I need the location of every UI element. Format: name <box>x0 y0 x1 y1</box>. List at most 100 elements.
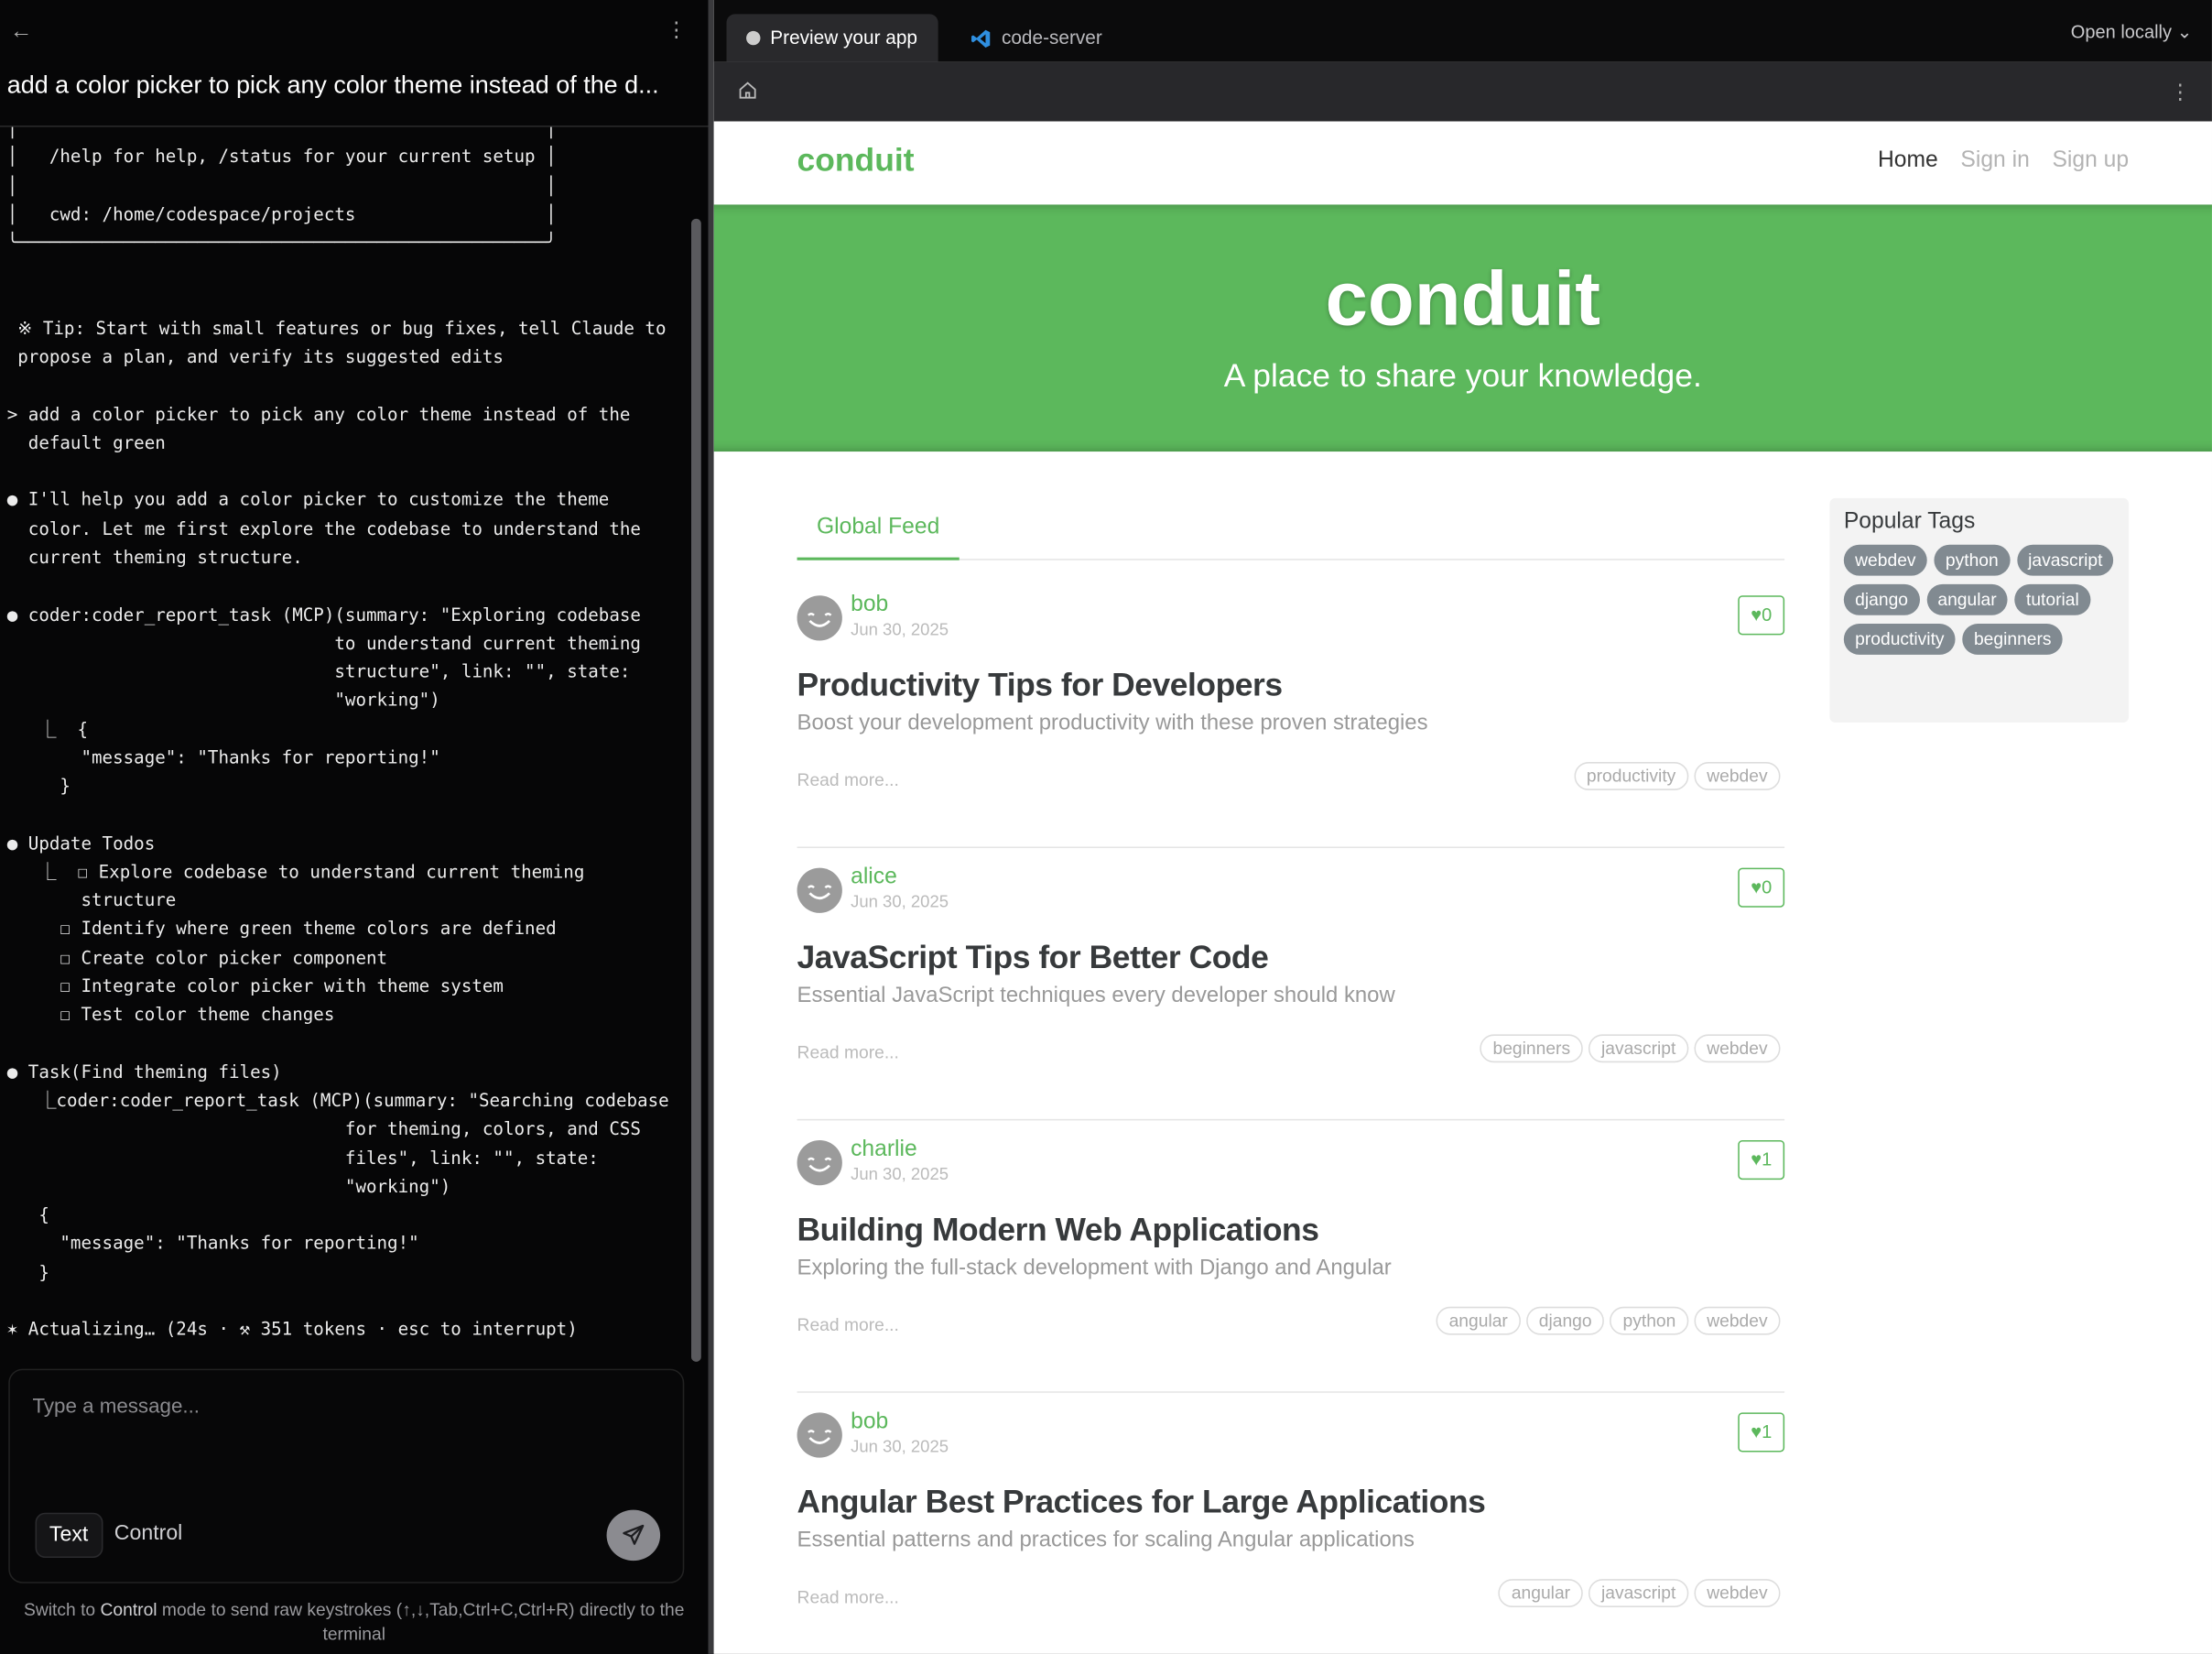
terminal-line <box>7 458 669 486</box>
preview-icon <box>746 31 760 45</box>
popular-tag[interactable]: beginners <box>1963 624 2063 655</box>
terminal-line <box>7 1029 669 1058</box>
tag-pill[interactable]: javascript <box>1589 1034 1688 1062</box>
tag-pill[interactable]: angular <box>1499 1579 1583 1607</box>
terminal-line: ☐ Create color picker component <box>7 943 669 972</box>
send-button[interactable] <box>607 1510 661 1561</box>
terminal-line: } <box>7 772 669 800</box>
popular-tag[interactable]: django <box>1844 584 1920 615</box>
brand-logo[interactable]: conduit <box>797 141 915 180</box>
terminal-line: ╰───────────────────────────────────────… <box>7 229 669 257</box>
terminal-line: } <box>7 1258 669 1287</box>
popular-tag[interactable]: productivity <box>1844 624 1956 655</box>
terminal-line: ✶ Actualizing… (24s · ⚒ 351 tokens · esc… <box>7 1315 669 1344</box>
tag-pill[interactable]: python <box>1610 1307 1689 1335</box>
open-locally-label: Open locally <box>2071 21 2172 42</box>
author-link[interactable]: charlie <box>851 1137 917 1163</box>
mode-control-button[interactable]: Control <box>102 1513 195 1558</box>
favorite-button[interactable]: ♥1 <box>1738 1412 1784 1452</box>
open-locally-dropdown[interactable]: Open locally ⌄ <box>2071 21 2193 44</box>
favorite-button[interactable]: ♥0 <box>1738 868 1784 908</box>
banner-title: conduit <box>714 256 2212 343</box>
read-more-link[interactable]: Read more... <box>797 1587 899 1607</box>
terminal-line: "working") <box>7 686 669 714</box>
article-title[interactable]: Building Modern Web Applications <box>797 1211 1319 1249</box>
more-options-icon[interactable]: ⋮ <box>666 20 679 41</box>
hint-text: Switch to <box>24 1600 100 1620</box>
popular-tag[interactable]: python <box>1935 545 2010 576</box>
tab-preview-your-app[interactable]: Preview your app <box>727 14 938 61</box>
terminal-line: ☐ Identify where green theme colors are … <box>7 915 669 943</box>
terminal-line: propose a plan, and verify its suggested… <box>7 343 669 372</box>
tab-global-feed[interactable]: Global Feed <box>797 498 960 560</box>
popular-tag[interactable]: angular <box>1926 584 2008 615</box>
heart-icon: ♥ <box>1751 1421 1762 1442</box>
home-icon[interactable] <box>738 81 758 101</box>
preview-more-icon[interactable]: ⋮ <box>2170 82 2184 103</box>
article-date: Jun 30, 2025 <box>851 1164 949 1184</box>
author-link[interactable]: bob <box>851 1409 888 1435</box>
mode-text-button[interactable]: Text <box>36 1513 103 1558</box>
read-more-link[interactable]: Read more... <box>797 770 899 790</box>
back-arrow-icon[interactable]: ← <box>10 20 33 46</box>
avatar[interactable] <box>797 1412 842 1457</box>
feed-tabs: Global Feed <box>797 498 1785 560</box>
article-tags: productivitywebdev <box>1574 762 1780 790</box>
author-link[interactable]: bob <box>851 593 888 618</box>
tag-pill[interactable]: webdev <box>1694 1307 1780 1335</box>
avatar[interactable] <box>797 1140 842 1185</box>
terminal-line: default green <box>7 429 669 457</box>
terminal-line: │ │ <box>7 171 669 200</box>
terminal-line: to understand current theming <box>7 629 669 658</box>
tag-pill[interactable]: javascript <box>1589 1579 1688 1607</box>
heart-icon: ♥ <box>1751 876 1762 898</box>
banner-subtitle: A place to share your knowledge. <box>714 357 2212 396</box>
terminal-line: files", link: "", state: <box>7 1144 669 1172</box>
tab-code-server[interactable]: code-server <box>970 14 1102 61</box>
article-title[interactable]: JavaScript Tips for Better Code <box>797 939 1269 977</box>
read-more-link[interactable]: Read more... <box>797 1043 899 1063</box>
tag-pill[interactable]: django <box>1526 1307 1605 1335</box>
tag-pill[interactable]: beginners <box>1480 1034 1583 1062</box>
tag-pill[interactable]: productivity <box>1574 762 1688 790</box>
terminal-line: color. Let me first explore the codebase… <box>7 515 669 543</box>
author-link[interactable]: alice <box>851 865 897 891</box>
avatar[interactable] <box>797 595 842 640</box>
terminal-text: │ ││ /help for help, /status for your cu… <box>7 127 669 1344</box>
navbar: conduit Home Sign in Sign up <box>714 122 2212 205</box>
agent-panel: ← ⋮ add a color picker to pick any color… <box>0 0 708 1654</box>
article-description: Essential JavaScript techniques every de… <box>797 984 1395 1009</box>
read-more-link[interactable]: Read more... <box>797 1315 899 1335</box>
article-description: Essential patterns and practices for sca… <box>797 1529 1415 1554</box>
favorite-button[interactable]: ♥0 <box>1738 595 1784 635</box>
message-input[interactable]: Type a message... <box>32 1396 200 1419</box>
nav-sign-up[interactable]: Sign up <box>2052 148 2129 174</box>
article-title[interactable]: Angular Best Practices for Large Applica… <box>797 1483 1486 1521</box>
terminal-scrollbar[interactable] <box>691 219 701 1362</box>
terminal-line: "message": "Thanks for reporting!" <box>7 1230 669 1258</box>
tag-pill[interactable]: webdev <box>1694 1579 1780 1607</box>
tag-pill[interactable]: angular <box>1437 1307 1521 1335</box>
mode-hint: Switch to Control mode to send raw keyst… <box>7 1599 701 1647</box>
article-title[interactable]: Productivity Tips for Developers <box>797 666 1283 704</box>
favorite-count: 0 <box>1762 604 1772 625</box>
tag-pill[interactable]: webdev <box>1694 1034 1780 1062</box>
terminal-output: │ ││ /help for help, /status for your cu… <box>0 127 689 1364</box>
nav-home[interactable]: Home <box>1878 148 1938 174</box>
terminal-line <box>7 800 669 829</box>
nav-sign-in[interactable]: Sign in <box>1960 148 2029 174</box>
favorite-count: 1 <box>1762 1421 1772 1442</box>
popular-tag[interactable]: webdev <box>1844 545 1927 576</box>
terminal-line: ⎿ ☐ Explore codebase to understand curre… <box>7 858 669 887</box>
popular-tag[interactable]: javascript <box>2017 545 2114 576</box>
terminal-line: structure", link: "", state: <box>7 658 669 686</box>
favorite-button[interactable]: ♥1 <box>1738 1140 1784 1180</box>
favorite-count: 1 <box>1762 1148 1772 1170</box>
agent-header: ← ⋮ add a color picker to pick any color… <box>0 0 708 127</box>
terminal-line: ● coder:coder_report_task (MCP)(summary:… <box>7 601 669 629</box>
tag-pill[interactable]: webdev <box>1694 762 1780 790</box>
avatar[interactable] <box>797 868 842 913</box>
terminal-line: ⎿ { <box>7 715 669 744</box>
terminal-line: for theming, colors, and CSS <box>7 1115 669 1144</box>
popular-tag[interactable]: tutorial <box>2015 584 2090 615</box>
